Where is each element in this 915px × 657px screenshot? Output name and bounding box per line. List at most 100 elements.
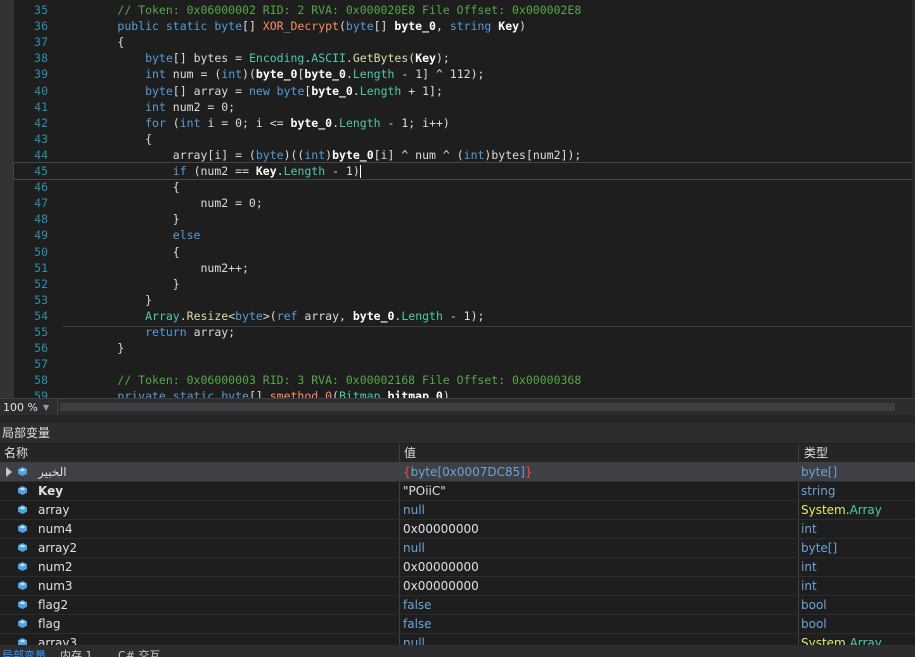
code-token: {	[62, 35, 125, 50]
code-line[interactable]: 41 int num2 = 0;	[14, 99, 912, 115]
code-token: - 1] ^ 112);	[394, 67, 485, 82]
locals-row[interactable]: Key "POiiC" string	[0, 482, 915, 501]
local-variable-icon	[18, 619, 27, 628]
bottom-tab-1[interactable]: 内存 1	[60, 647, 93, 657]
horizontal-scrollbar[interactable]	[60, 403, 895, 411]
locals-row[interactable]: array null System.Array	[0, 501, 915, 520]
code-line[interactable]: 53 }	[14, 292, 912, 308]
variable-value[interactable]: {byte[0x0007DC85]}	[403, 463, 796, 481]
code-line[interactable]: 49 else	[14, 227, 912, 243]
code-line[interactable]: 39 int num = (int)(byte_0[byte_0.Length …	[14, 66, 912, 82]
code-token: .	[332, 115, 340, 130]
code-token: if	[172, 164, 194, 178]
zoom-dropdown[interactable]: 100 % ▼	[0, 399, 58, 416]
expand-triangle-icon[interactable]	[6, 467, 12, 477]
locals-row[interactable]: num3 0x00000000 int	[0, 577, 915, 596]
code-line[interactable]: 48 }	[14, 211, 912, 227]
locals-grid[interactable]: الخبير {byte[0x0007DC85]} byte[] Key "POiiC"…	[0, 463, 915, 653]
column-divider[interactable]	[798, 444, 799, 462]
variable-value[interactable]: false	[403, 615, 796, 633]
code-token: num2 = 0;	[172, 99, 236, 114]
column-divider	[399, 463, 400, 481]
code-line[interactable]: 50 {	[14, 244, 912, 260]
code-token: byte_0	[255, 67, 298, 82]
column-divider	[798, 596, 799, 614]
local-variable-icon	[18, 562, 27, 571]
code-line[interactable]: 46 {	[14, 179, 912, 195]
code-line[interactable]: 54 Array.Resize<byte>(ref array, byte_0.…	[14, 308, 912, 324]
code-token: byte_0	[290, 115, 333, 130]
code-line[interactable]: 43 {	[14, 131, 912, 147]
panel-splitter[interactable]	[0, 415, 915, 423]
code-line[interactable]: 59 private static byte[] smethod_0(Bitma…	[14, 388, 912, 398]
code-line[interactable]: 58 // Token: 0x06000003 RID: 3 RVA: 0x00…	[14, 372, 912, 388]
code-line[interactable]: 38 byte[] bytes = Encoding.ASCII.GetByte…	[14, 50, 912, 66]
variable-type: int	[801, 560, 817, 574]
locals-row[interactable]: الخبير {byte[0x0007DC85]} byte[]	[0, 463, 915, 482]
chevron-down-icon: ▼	[43, 403, 50, 412]
variable-value[interactable]: 0x00000000	[403, 520, 796, 538]
column-divider	[798, 539, 799, 557]
code-token: Key	[498, 19, 520, 34]
locals-row[interactable]: flag2 false bool	[0, 596, 915, 615]
code-line[interactable]: 36 public static byte[] XOR_Decrypt(byte…	[14, 18, 912, 34]
code-line[interactable]: 40 byte[] array = new byte[byte_0.Length…	[14, 83, 912, 99]
code-line[interactable]: 44 array[i] = (byte)((int)byte_0[i] ^ nu…	[14, 147, 912, 163]
code-line[interactable]: 47 num2 = 0;	[14, 195, 912, 211]
code-line[interactable]: 37 {	[14, 34, 912, 50]
text-caret	[359, 165, 361, 178]
variable-value[interactable]: 0x00000000	[403, 558, 796, 576]
locals-row[interactable]: flag false bool	[0, 615, 915, 634]
variable-value[interactable]: null	[403, 539, 796, 557]
variable-name: array	[38, 503, 70, 517]
locals-row[interactable]: array2 null byte[]	[0, 539, 915, 558]
locals-row[interactable]: num2 0x00000000 int	[0, 558, 915, 577]
line-number: 36	[34, 19, 48, 34]
code-token: byte_0	[394, 19, 436, 34]
code-token: byte	[235, 308, 263, 323]
code-line[interactable]: 45 if (num2 == Key.Length - 1)	[13, 162, 913, 180]
column-header-name[interactable]: 名称	[0, 444, 28, 462]
local-variable-icon	[18, 486, 27, 495]
column-divider	[399, 482, 400, 500]
code-line[interactable]: 56 }	[14, 340, 912, 356]
variable-value[interactable]: false	[403, 596, 796, 614]
locals-row[interactable]: num4 0x00000000 int	[0, 520, 915, 539]
line-number: 53	[34, 292, 48, 307]
editor-status-bar: 100 % ▼	[0, 398, 915, 416]
local-variable-icon	[18, 505, 27, 514]
editor-gutter[interactable]	[0, 0, 14, 398]
column-header-type[interactable]: 类型	[800, 444, 828, 462]
code-editor[interactable]: 35 // Token: 0x06000002 RID: 2 RVA: 0x00…	[0, 0, 915, 398]
line-number: 50	[34, 244, 48, 259]
code-token: Key	[255, 164, 277, 178]
code-line[interactable]: 52 }	[14, 276, 912, 292]
local-variable-icon	[18, 543, 27, 552]
bottom-tab-2[interactable]: C# 交互	[118, 647, 160, 657]
code-token: [] bytes =	[172, 51, 249, 66]
line-number: 48	[34, 212, 48, 227]
type-namespace: System.	[801, 503, 850, 517]
code-token: Length	[352, 67, 395, 82]
variable-value[interactable]: null	[403, 501, 796, 519]
code-token: byte	[221, 389, 249, 398]
code-token: byte_0	[311, 83, 353, 98]
code-token: {	[62, 180, 180, 195]
code-token: }	[62, 212, 180, 227]
code-line[interactable]: 57	[14, 356, 912, 372]
bottom-tab-strip: 局部变量 内存 1 C# 交互	[0, 645, 915, 657]
variable-type: string	[801, 484, 836, 498]
variable-value[interactable]: "POiiC"	[403, 482, 796, 500]
variable-value[interactable]: 0x00000000	[403, 577, 796, 595]
code-line[interactable]: 51 num2++;	[14, 260, 912, 276]
local-variable-icon	[18, 600, 27, 609]
column-header-value[interactable]: 值	[400, 444, 416, 462]
code-token: i = 0; i <=	[207, 115, 291, 130]
bottom-tab-0[interactable]: 局部变量	[2, 647, 46, 657]
code-line[interactable]: 42 for (int i = 0; i <= byte_0.Length - …	[14, 115, 912, 131]
code-token: );	[435, 51, 450, 66]
code-token: )bytes[num2]);	[484, 147, 582, 162]
code-line[interactable]: 35 // Token: 0x06000002 RID: 2 RVA: 0x00…	[14, 2, 912, 18]
